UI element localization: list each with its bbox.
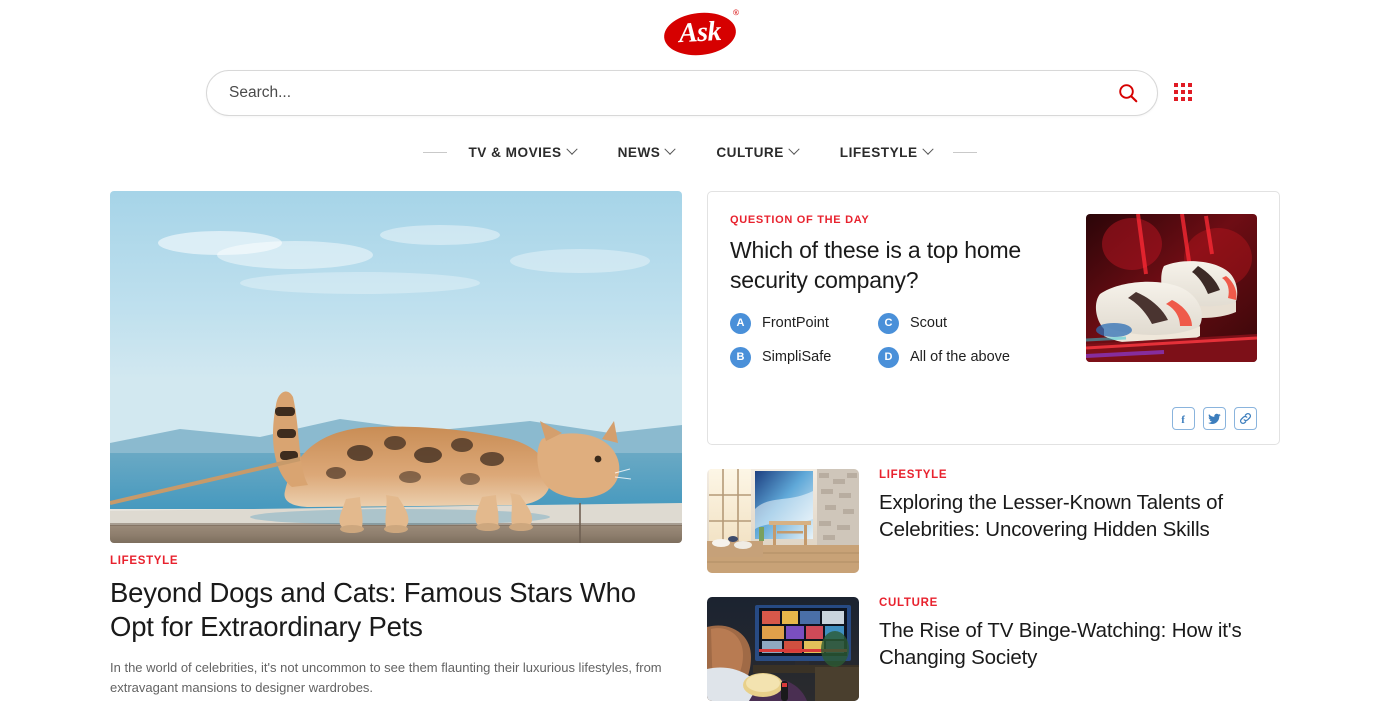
bengal-cat-photo [110, 191, 682, 543]
facebook-share-button[interactable]: f [1172, 407, 1195, 430]
question-of-the-day-card: QUESTION OF THE DAY Which of these is a … [707, 191, 1280, 445]
option-letter-badge: D [878, 346, 899, 368]
main-content: LIFESTYLE Beyond Dogs and Cats: Famous S… [0, 191, 1400, 701]
nav-item-lifestyle[interactable]: LIFESTYLE [819, 143, 953, 160]
qotd-option-c[interactable]: C Scout [878, 312, 1064, 334]
search-input[interactable] [229, 84, 1117, 102]
search-icon[interactable] [1117, 82, 1139, 104]
qotd-options: A FrontPoint C Scout B SimpliSafe D All … [730, 312, 1064, 368]
hero-kicker: LIFESTYLE [110, 555, 179, 567]
sidebar-column: QUESTION OF THE DAY Which of these is a … [707, 191, 1280, 701]
nav-label: LIFESTYLE [839, 144, 918, 160]
hero-article-image[interactable] [110, 191, 682, 543]
option-letter-badge: A [730, 312, 751, 334]
featured-article-column: LIFESTYLE Beyond Dogs and Cats: Famous S… [110, 191, 682, 701]
option-label: Scout [910, 315, 948, 332]
side-article-2-image[interactable] [707, 597, 859, 701]
site-header: Ask ® TV & MOVIES NEWS [0, 0, 1400, 166]
copy-link-button[interactable] [1234, 407, 1257, 430]
ask-logo[interactable]: Ask ® [662, 7, 740, 59]
side-article-1-title[interactable]: Exploring the Lesser-Known Talents of Ce… [879, 489, 1280, 543]
qotd-option-d[interactable]: D All of the above [878, 346, 1064, 368]
share-row: f [730, 407, 1257, 430]
nav-item-culture[interactable]: CULTURE [695, 143, 818, 160]
qotd-option-a[interactable]: A FrontPoint [730, 312, 878, 334]
interior-room-photo [707, 469, 859, 573]
side-article-1-image[interactable] [707, 469, 859, 573]
option-letter-badge: C [878, 312, 899, 334]
qotd-option-b[interactable]: B SimpliSafe [730, 346, 878, 368]
nav-label: NEWS [617, 144, 661, 160]
svg-text:f: f [1181, 414, 1185, 425]
qotd-image[interactable] [1086, 214, 1257, 362]
main-navigation: TV & MOVIES NEWS CULTURE LIFESTYLE [0, 138, 1400, 166]
qotd-text-block: QUESTION OF THE DAY Which of these is a … [730, 214, 1064, 368]
hero-description: In the world of celebrities, it's not un… [110, 659, 662, 695]
side-article-2-title[interactable]: The Rise of TV Binge-Watching: How it's … [879, 617, 1280, 671]
twitter-share-button[interactable] [1203, 407, 1226, 430]
nav-right-rule [952, 151, 977, 153]
hero-title[interactable]: Beyond Dogs and Cats: Famous Stars Who O… [110, 576, 682, 645]
chevron-down-icon [664, 143, 677, 155]
qotd-body: QUESTION OF THE DAY Which of these is a … [730, 214, 1257, 368]
apps-grid-icon[interactable] [1174, 83, 1194, 103]
search-row [0, 70, 1400, 116]
chevron-down-icon [565, 143, 578, 155]
qotd-kicker: QUESTION OF THE DAY [730, 214, 870, 226]
nav-item-news[interactable]: NEWS [597, 143, 696, 160]
logo-container: Ask ® [0, 7, 1400, 59]
watching-tv-photo [707, 597, 859, 701]
sneakers-photo [1086, 214, 1257, 362]
option-label: SimpliSafe [762, 349, 832, 366]
nav-left-rule [423, 151, 448, 153]
chevron-down-icon [921, 143, 934, 155]
registered-trademark-icon: ® [732, 7, 740, 18]
nav-item-tv-movies[interactable]: TV & MOVIES [447, 143, 596, 160]
twitter-bird-icon [1208, 413, 1221, 424]
nav-label: TV & MOVIES [468, 144, 562, 160]
qotd-question: Which of these is a top home security co… [730, 237, 1021, 293]
side-article-1-text: LIFESTYLE Exploring the Lesser-Known Tal… [879, 469, 1280, 573]
logo-wordmark: Ask [678, 15, 722, 50]
side-article-1[interactable]: LIFESTYLE Exploring the Lesser-Known Tal… [707, 469, 1280, 573]
option-label: FrontPoint [762, 315, 829, 332]
nav-label: CULTURE [716, 144, 784, 160]
option-label: All of the above [910, 349, 1010, 366]
search-box[interactable] [206, 70, 1158, 116]
side-article-2[interactable]: CULTURE The Rise of TV Binge-Watching: H… [707, 597, 1280, 701]
side-article-1-kicker: LIFESTYLE [879, 469, 948, 481]
side-article-2-kicker: CULTURE [879, 597, 938, 609]
side-article-2-text: CULTURE The Rise of TV Binge-Watching: H… [879, 597, 1280, 701]
chevron-down-icon [788, 143, 800, 155]
option-letter-badge: B [730, 346, 751, 368]
facebook-icon: f [1181, 414, 1185, 425]
link-chain-icon [1240, 413, 1251, 424]
